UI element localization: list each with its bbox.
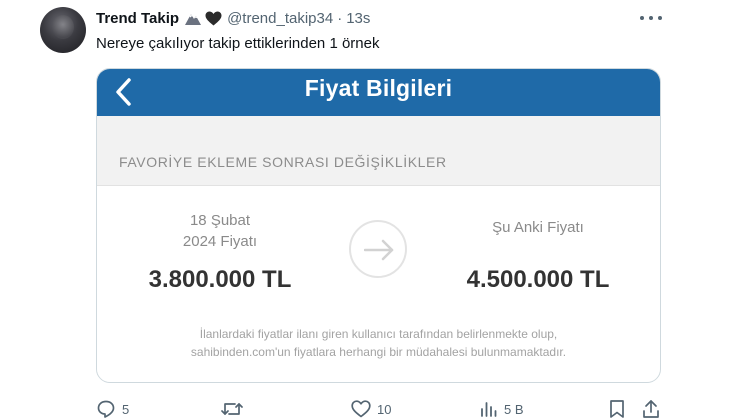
old-price-value: 3.800.000 TL: [148, 266, 292, 293]
like-count: 10: [377, 401, 392, 417]
share-button[interactable]: [642, 398, 660, 420]
disclaimer: İlanlardaki fiyatlar ilanı giren kullanı…: [97, 325, 660, 361]
black-heart-icon: [205, 11, 222, 26]
user-handle[interactable]: @trend_takip34: [227, 10, 333, 27]
repost-button[interactable]: [221, 398, 249, 420]
old-price-label: 18 Şubat 2024 Fiyatı: [97, 210, 343, 252]
old-price-label-line1: 18 Şubat: [189, 212, 251, 229]
views-icon: [481, 402, 497, 417]
avatar[interactable]: [40, 7, 86, 53]
bookmark-icon: [610, 400, 624, 418]
price-card: 18 Şubat 2024 Fiyatı 3.800.000 TL Şu Ank…: [97, 186, 660, 382]
new-price-label: Şu Anki Fiyatı: [492, 219, 584, 236]
disclaimer-line2: sahibinden.com'un fiyatlara herhangi bir…: [190, 345, 567, 359]
bookmark-button[interactable]: [609, 398, 625, 420]
separator-dot: ·: [337, 9, 343, 27]
views-button[interactable]: 5 B: [480, 398, 524, 420]
like-icon: [351, 400, 371, 418]
views-count: 5 B: [504, 401, 524, 417]
reply-button[interactable]: 5: [96, 398, 129, 420]
like-button[interactable]: 10: [351, 398, 391, 420]
section-title: FAVORİYE EKLEME SONRASI DEĞİŞİKLİKLER: [119, 154, 447, 170]
reply-count: 5: [122, 401, 130, 417]
tweet: Trend Takip @trend_takip34 · 13s Nereye …: [0, 0, 730, 420]
repost-icon: [221, 403, 243, 415]
tweet-media-image[interactable]: Fiyat Bilgileri FAVORİYE EKLEME SONRASI …: [96, 68, 661, 383]
section-header: FAVORİYE EKLEME SONRASI DEĞİŞİKLİKLER: [97, 116, 660, 186]
tweet-header: Trend Takip @trend_takip34 · 13s: [96, 8, 370, 28]
disclaimer-line1: İlanlardaki fiyatlar ilanı giren kullanı…: [199, 327, 558, 341]
display-name[interactable]: Trend Takip: [96, 10, 179, 27]
tweet-text: Nereye çakılıyor takip ettiklerinden 1 ö…: [96, 35, 380, 52]
more-icon[interactable]: [640, 9, 662, 27]
old-price-label-line2: 2024 Fiyatı: [182, 233, 258, 250]
reply-icon: [97, 400, 115, 418]
app-header-bar: Fiyat Bilgileri: [97, 69, 660, 116]
action-bar: 5 10 5 B: [96, 398, 661, 420]
arrow-right-icon: [349, 220, 407, 278]
timestamp[interactable]: 13s: [346, 10, 370, 27]
new-price-value: 4.500.000 TL: [466, 266, 610, 293]
mountain-emoji-icon: [184, 10, 202, 26]
app-title: Fiyat Bilgileri: [304, 75, 453, 101]
share-icon: [643, 400, 659, 418]
